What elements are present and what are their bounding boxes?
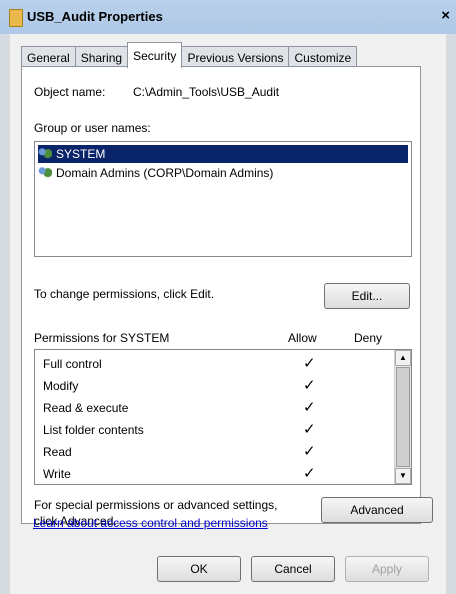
dialog-body: General Sharing Security Previous Versio… <box>10 34 446 594</box>
permission-row: List folder contents ✓ <box>43 419 411 441</box>
allow-header: Allow <box>288 331 317 345</box>
scroll-up-icon[interactable]: ▲ <box>395 350 411 366</box>
tab-strip: General Sharing Security Previous Versio… <box>21 42 358 68</box>
object-name-value: C:\Admin_Tools\USB_Audit <box>133 85 280 99</box>
allow-check-icon: ✓ <box>303 377 316 394</box>
tab-sharing[interactable]: Sharing <box>74 46 129 68</box>
permissions-list[interactable]: Full control ✓ Modify ✓ Read & execute ✓… <box>34 349 412 485</box>
scroll-down-icon[interactable]: ▼ <box>395 468 411 484</box>
allow-check-icon: ✓ <box>303 443 316 460</box>
tab-general[interactable]: General <box>21 46 76 68</box>
group-item-system[interactable]: SYSTEM <box>38 145 408 163</box>
learn-permissions-link[interactable]: Learn about access control and permissio… <box>33 516 268 530</box>
advanced-button[interactable]: Advanced <box>321 497 433 523</box>
allow-check-icon: ✓ <box>303 399 316 416</box>
permissions-for-label: Permissions for SYSTEM <box>34 331 170 345</box>
group-item-domain-admins[interactable]: Domain Admins (CORP\Domain Admins) <box>38 164 273 182</box>
deny-header: Deny <box>354 331 383 345</box>
permission-row: Read & execute ✓ <box>43 397 411 419</box>
close-button[interactable]: × <box>441 7 450 24</box>
change-permissions-text: To change permissions, click Edit. <box>34 287 215 301</box>
scroll-thumb[interactable] <box>396 367 410 467</box>
permission-row: Full control ✓ <box>43 353 411 375</box>
window-title: USB_Audit Properties <box>27 9 163 24</box>
edit-button[interactable]: Edit... <box>324 283 410 309</box>
permission-row: Modify ✓ <box>43 375 411 397</box>
permission-row: Write ✓ <box>43 463 411 484</box>
allow-check-icon: ✓ <box>303 465 316 482</box>
allow-check-icon: ✓ <box>303 355 316 372</box>
security-panel: Object name: C:\Admin_Tools\USB_Audit Gr… <box>21 66 421 528</box>
allow-check-icon: ✓ <box>303 421 316 438</box>
tab-security[interactable]: Security <box>127 42 183 68</box>
tab-customize[interactable]: Customize <box>288 46 358 68</box>
tab-previous-versions[interactable]: Previous Versions <box>181 46 290 68</box>
group-listbox[interactable]: SYSTEM Domain Admins (CORP\Domain Admins… <box>34 141 412 257</box>
object-name-label: Object name: <box>34 85 106 99</box>
cancel-button[interactable]: Cancel <box>251 556 335 582</box>
permission-row: Read ✓ <box>43 441 411 463</box>
ok-button[interactable]: OK <box>157 556 241 582</box>
apply-button[interactable]: Apply <box>345 556 429 582</box>
permissions-scrollbar[interactable]: ▲ ▼ <box>394 350 411 484</box>
folder-icon <box>9 9 23 27</box>
group-label: Group or user names: <box>34 121 151 135</box>
users-icon <box>38 166 52 178</box>
users-icon <box>38 147 52 159</box>
title-bar: USB_Audit Properties × <box>0 0 456 34</box>
